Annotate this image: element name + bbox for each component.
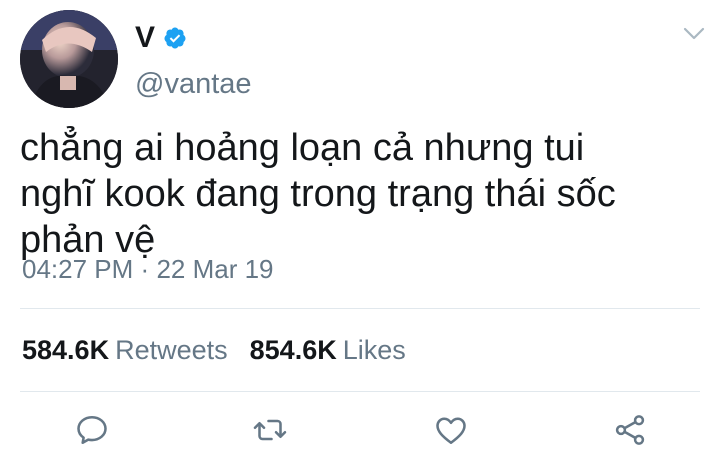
likes-count: 854.6K [249,335,337,365]
retweet-icon [253,419,287,441]
divider [20,308,700,309]
avatar[interactable] [20,10,118,108]
tweet-actions [0,408,720,458]
retweets-label: Retweets [115,335,228,365]
display-name[interactable]: V [135,20,155,56]
likes-label: Likes [342,335,406,365]
divider [20,391,700,392]
heart-icon [436,417,466,445]
user-handle[interactable]: @vantae [135,68,252,101]
reply-button[interactable] [70,408,114,452]
share-icon [615,415,645,445]
retweets-count: 584.6K [22,335,110,365]
tweet-date: 22 Mar 19 [156,254,274,284]
tweet-timestamp[interactable]: 04:27 PM · 22 Mar 19 [22,254,274,285]
reply-icon [77,415,107,445]
tweet-text: chẳng ai hoảng loạn cả nhưng tui nghĩ ko… [20,127,616,261]
retweets-stat[interactable]: 584.6K Retweets [22,335,228,366]
share-button[interactable] [608,408,652,452]
likes-stat[interactable]: 854.6K Likes [250,335,406,366]
like-button[interactable] [429,408,473,452]
verified-badge-icon [164,27,186,49]
chevron-down-icon[interactable] [682,26,706,42]
tweet-time: 04:27 PM [22,254,134,284]
timestamp-separator: · [140,254,150,284]
avatar-image [20,10,118,108]
retweet-button[interactable] [248,408,292,452]
tweet-stats: 584.6K Retweets 854.6K Likes [22,335,406,366]
